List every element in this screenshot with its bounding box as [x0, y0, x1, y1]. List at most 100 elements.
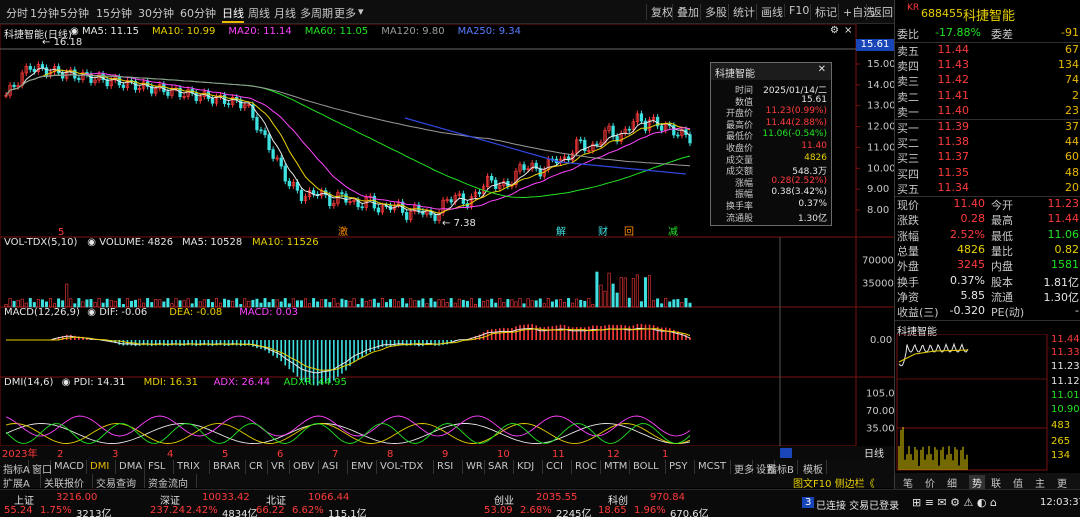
quote-tab-5[interactable]: 值: [1013, 475, 1023, 490]
volume-bar: [664, 298, 668, 308]
macd-labels-gear-icon[interactable]: ◉: [87, 307, 96, 318]
toolbar-button-2[interactable]: 多股: [700, 4, 727, 20]
indicator-tab-1[interactable]: 窗口: [29, 460, 52, 476]
period-1[interactable]: 1分钟: [30, 5, 59, 21]
volume-bar: [344, 299, 348, 308]
indicator-tab-14[interactable]: RSI: [434, 460, 463, 474]
toolbar-button-5[interactable]: F10: [784, 4, 809, 17]
quote-value-2: 1581: [1051, 258, 1079, 272]
volume-bar: [138, 298, 142, 308]
period-5[interactable]: 60分钟: [180, 5, 216, 21]
volume-bar: [668, 301, 672, 308]
quote-tab-4[interactable]: 联: [991, 475, 1001, 490]
quote-tab-7[interactable]: 更: [1057, 475, 1067, 490]
sub-tab-1[interactable]: 关联报价: [41, 474, 93, 490]
period-6[interactable]: 日线: [222, 5, 244, 23]
tooltip-close-icon[interactable]: ✕: [818, 64, 826, 75]
bids-row: 买四 11.35 48: [895, 166, 1080, 181]
dmi-labels-gear-icon[interactable]: ◉: [62, 377, 71, 388]
sub-tab-2[interactable]: 交易查询: [93, 474, 145, 490]
quote-panel: KR 688455 科捷智能 委比 -17.88% 委差 -91 卖五 11.44…: [894, 0, 1080, 490]
candle-body: [267, 134, 271, 150]
tooltip-value: 11.44(2.88%): [765, 117, 827, 128]
indicator-tab-7[interactable]: BRAR: [210, 460, 246, 474]
volume-bar: [69, 298, 73, 308]
index-value-2: 1066.44: [308, 492, 350, 503]
indicator-tab-18[interactable]: CCI: [543, 460, 572, 474]
period-8[interactable]: 月线: [274, 5, 296, 21]
tooltip-value: 11.23(0.99%): [765, 106, 827, 117]
indicator-right-tab-1[interactable]: 模板: [800, 460, 827, 476]
quote-value: 5.85: [960, 288, 986, 302]
chart-close-icon[interactable]: ×: [844, 25, 852, 36]
indicator-tab-17[interactable]: KDJ: [514, 460, 543, 474]
quote-row: 收益(三) -0.320 PE(动) -: [895, 304, 1080, 319]
indicator-tab-21[interactable]: BOLL: [630, 460, 666, 474]
candle-body: [433, 214, 437, 221]
volume-bar: [332, 298, 336, 308]
more-chevron-icon[interactable]: ▾: [358, 5, 364, 18]
indicator-tab-20[interactable]: MTM: [601, 460, 630, 474]
indicator-right-tab-0[interactable]: 指标B: [764, 460, 798, 476]
indicator-tab-9[interactable]: VR: [268, 460, 290, 474]
book-price: 11.40: [937, 103, 970, 117]
indicator-tab-24[interactable]: 更多: [731, 460, 754, 476]
period-10[interactable]: 更多: [334, 5, 356, 21]
indicator-tab-5[interactable]: FSL: [145, 460, 174, 474]
toolbar-button-8[interactable]: 返回: [866, 4, 893, 20]
price-chart-settings-icon[interactable]: ◉: [70, 26, 79, 37]
sub-tab-0[interactable]: 扩展A: [0, 474, 41, 490]
quote-tab-6[interactable]: 主: [1035, 475, 1045, 490]
toolbar-button-3[interactable]: 统计: [728, 4, 755, 20]
quote-tab-2[interactable]: 细: [947, 475, 957, 490]
tooltip-row: 最高价 11.44(2.88%): [711, 117, 833, 131]
period-4[interactable]: 30分钟: [138, 5, 174, 21]
quote-tab-0[interactable]: 笔: [903, 475, 913, 490]
index-amount-0: 3213亿: [76, 509, 112, 517]
indicator-tab-10[interactable]: OBV: [290, 460, 319, 474]
indicator-tab-19[interactable]: ROC: [572, 460, 601, 474]
sub-tab-3[interactable]: 资金流向: [145, 474, 197, 490]
volume-bar: [579, 299, 583, 308]
tray-icons[interactable]: ⊞ ≡ ✉ ⚙ ⚠ ◐ ⌂: [912, 496, 997, 509]
toolbar-button-4[interactable]: 画线: [756, 4, 783, 20]
indicator-tab-16[interactable]: SAR: [485, 460, 514, 474]
toolbar-button-1[interactable]: 叠加: [672, 4, 699, 20]
indicator-tab-23[interactable]: MCST: [695, 460, 731, 474]
indicator-tab-6[interactable]: TRIX: [174, 460, 210, 474]
toolbar-button-6[interactable]: 标记: [810, 4, 837, 20]
quote-tab-1[interactable]: 价: [925, 475, 935, 490]
volume-bar: [510, 299, 514, 308]
period-3[interactable]: 15分钟: [96, 5, 132, 21]
period-0[interactable]: 分时: [6, 5, 28, 21]
period-9[interactable]: 多周期: [300, 5, 333, 21]
indicator-tab-22[interactable]: PSY: [666, 460, 695, 474]
vol-labels-gear-icon[interactable]: ◉: [87, 237, 96, 248]
intraday-mini-chart[interactable]: 11.44 11.33 11.23 11.12 11.01 10.90 483 265 134: [895, 334, 1080, 474]
quote-tab-3[interactable]: 势: [969, 475, 985, 490]
period-7[interactable]: 周线: [248, 5, 270, 21]
side-panel-toggle[interactable]: 图文F10 侧边栏《: [790, 474, 878, 490]
x-axis-label: 1: [662, 449, 668, 460]
indicator-tab-0[interactable]: 指标A: [0, 460, 30, 476]
indicator-tab-2[interactable]: MACD: [51, 460, 87, 474]
volume-bar: [348, 300, 352, 308]
weibi-row: 委比 -17.88% 委差 -91: [895, 26, 1080, 41]
indicator-tab-11[interactable]: ASI: [319, 460, 348, 474]
mini-tick-label: 11.01: [1051, 390, 1080, 401]
indicator-tab-13[interactable]: VOL-TDX: [377, 460, 434, 474]
data-tooltip: 科捷智能 ✕ 时间 2025/01/14/二 数值 15.61 开盘价 11.23(0.99…: [710, 62, 832, 226]
volume-bar: [688, 302, 692, 308]
indicator-tab-15[interactable]: WR: [463, 460, 485, 474]
indicator-tab-4[interactable]: DMA: [116, 460, 145, 474]
volume-bar: [643, 277, 647, 308]
chart-settings-icon[interactable]: ⚙: [830, 25, 839, 36]
volume-bar: [401, 298, 405, 308]
indicator-tab-8[interactable]: CR: [246, 460, 268, 474]
indicator-tab-3[interactable]: DMI: [87, 460, 116, 474]
toolbar-button-0[interactable]: 复权: [646, 4, 673, 20]
quote-row: 涨跌 0.28 最高 11.44: [895, 212, 1080, 227]
candle-body: [263, 130, 267, 136]
indicator-tab-12[interactable]: EMV: [348, 460, 377, 474]
period-2[interactable]: 5分钟: [60, 5, 89, 21]
